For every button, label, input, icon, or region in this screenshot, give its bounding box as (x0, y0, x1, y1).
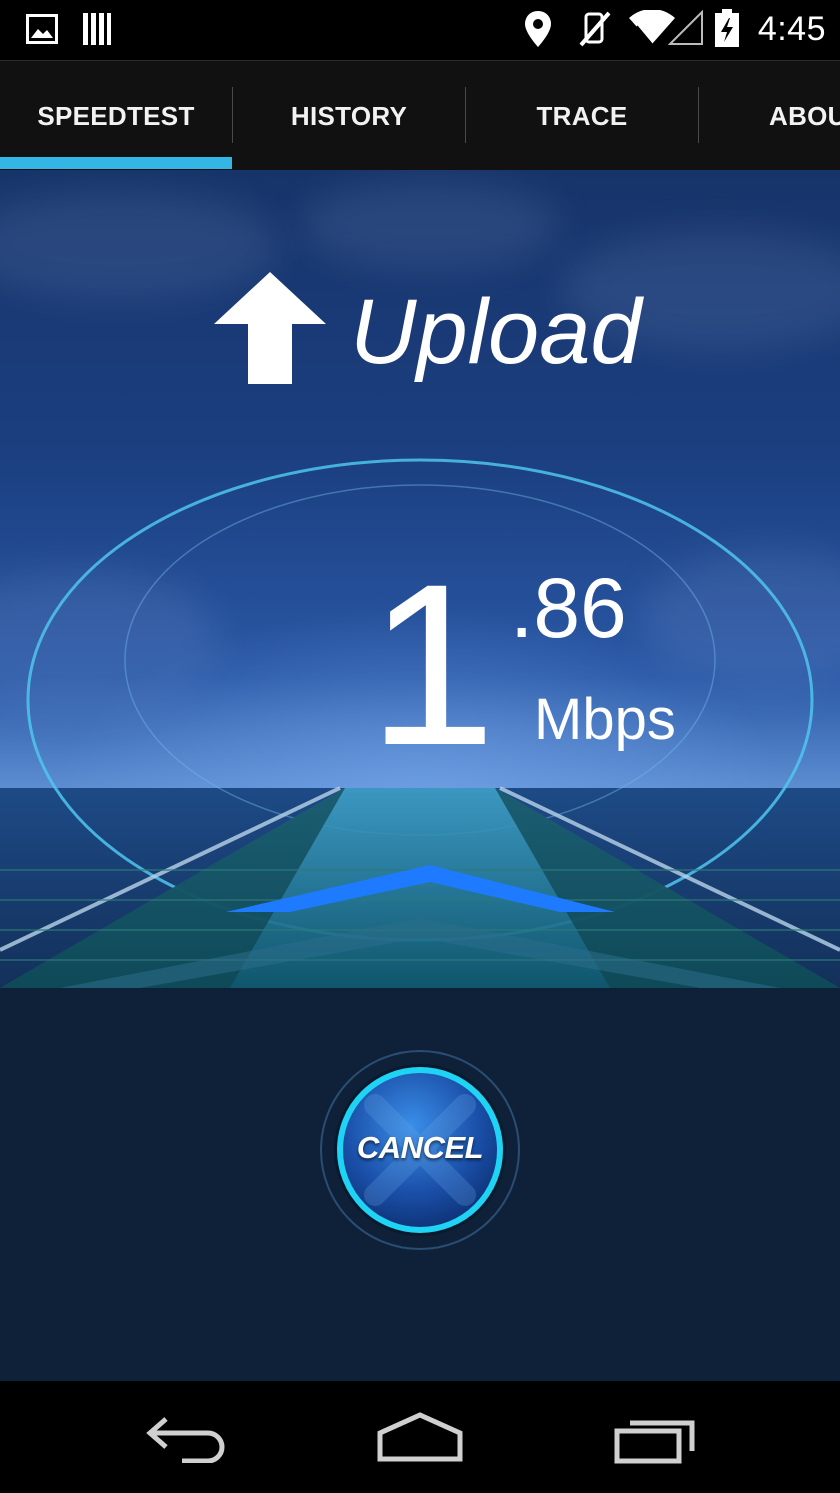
muted-icon (578, 10, 612, 53)
battery-charging-icon (714, 8, 740, 53)
home-button[interactable] (340, 1381, 500, 1493)
test-direction-label: Upload (350, 281, 642, 383)
status-time: 4:45 (757, 10, 826, 48)
tab-trace[interactable]: TRACE (466, 61, 698, 171)
tab-speedtest[interactable]: SPEEDTEST (0, 61, 232, 171)
signal-icon (667, 9, 704, 51)
recents-button[interactable] (574, 1381, 734, 1493)
tab-history[interactable]: HISTORY (233, 61, 465, 171)
control-panel: CANCEL (0, 988, 840, 1381)
cancel-button-label: CANCEL (356, 1130, 484, 1165)
upload-arrow-icon (212, 270, 328, 391)
barcode-icon (82, 12, 112, 51)
tab-about[interactable]: ABOU (699, 61, 840, 171)
cancel-button[interactable]: CANCEL (320, 1050, 520, 1250)
test-direction-heading: Upload (0, 270, 840, 390)
speedtest-scene: Upload 1 .86 Mbps (0, 170, 840, 988)
gallery-icon (26, 14, 58, 49)
tab-bar: SPEEDTEST HISTORY TRACE ABOU (0, 60, 840, 171)
speed-value-integer: 1 (368, 536, 496, 793)
back-button[interactable] (106, 1381, 266, 1493)
speed-value-decimal: .86 (510, 561, 627, 655)
selected-tab-indicator (0, 157, 232, 169)
speed-unit: Mbps (534, 687, 676, 752)
status-bar: 4:45 (0, 0, 840, 60)
navigation-bar (0, 1381, 840, 1493)
location-icon (524, 10, 552, 53)
